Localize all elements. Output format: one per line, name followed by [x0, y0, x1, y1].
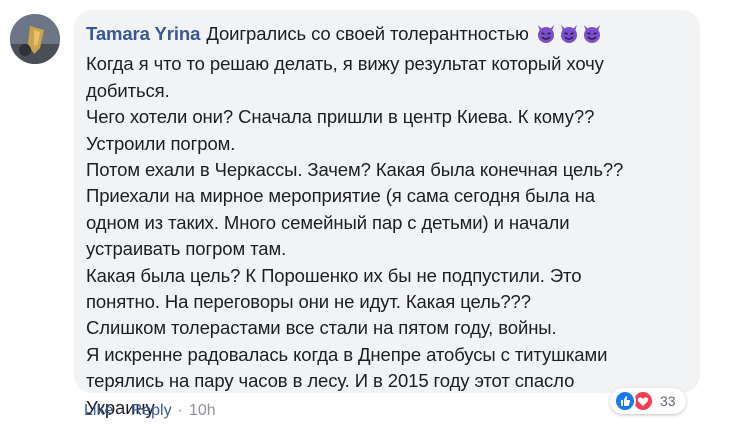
reaction-count: 33: [660, 393, 676, 409]
comment-line: Доигрались со своей толерантностью: [206, 23, 529, 44]
comment-line: Какая была цель? К Порошенко их бы не по…: [86, 264, 582, 286]
comment-bubble: Tamara Yrina Доигрались со своей толерант…: [74, 10, 700, 418]
like-reaction-icon: [614, 390, 636, 412]
devil-face-icon: [560, 25, 577, 43]
comment-actions: Like · Reply · 10h: [84, 402, 216, 420]
author-name[interactable]: Tamara Yrina: [86, 23, 200, 44]
comment-line: Я искренне радовалась когда в Днепре ато…: [86, 343, 608, 365]
reaction-summary[interactable]: 33: [610, 388, 686, 414]
comment-line: Чего хотели они? Сначала пришли в центр …: [86, 106, 595, 128]
timestamp[interactable]: 10h: [189, 402, 216, 419]
comment-line: добиться.: [86, 79, 170, 101]
comment-line: понятно. На переговоры они не идут. Кака…: [86, 291, 531, 313]
comment-line: Приехали на мирное мероприятие (я сама с…: [86, 185, 595, 207]
comment: Tamara Yrina Доигрались со своей толерант…: [0, 0, 740, 430]
devil-face-icon: [583, 25, 600, 43]
separator: ·: [177, 402, 183, 419]
emoji-group: [535, 22, 604, 51]
comment-line: Устроили погром.: [86, 132, 236, 154]
comment-body: Tamara Yrina Доигрались со своей толерант…: [86, 21, 688, 421]
avatar-image: [10, 14, 60, 64]
reply-button[interactable]: Reply: [131, 402, 172, 419]
avatar[interactable]: [10, 14, 60, 64]
comment-line: Слишком толерастами все стали на пятом г…: [86, 317, 557, 339]
comment-line: устраивать погром там.: [86, 238, 287, 260]
comment-first-line: Tamara Yrina Доигрались со своей толерант…: [86, 21, 688, 51]
comment-line: Когда я что то решаю делать, я вижу резу…: [86, 53, 604, 75]
comment-line: одном из таких. Много семейный пар с дет…: [86, 211, 570, 233]
comment-line: Потом ехали в Черкассы. Зачем? Какая был…: [86, 159, 624, 181]
like-button[interactable]: Like: [84, 402, 113, 419]
comment-line: терялись на пару часов в лесу. И в 2015 …: [86, 370, 575, 392]
devil-face-icon: [537, 25, 554, 43]
separator: ·: [119, 402, 125, 419]
